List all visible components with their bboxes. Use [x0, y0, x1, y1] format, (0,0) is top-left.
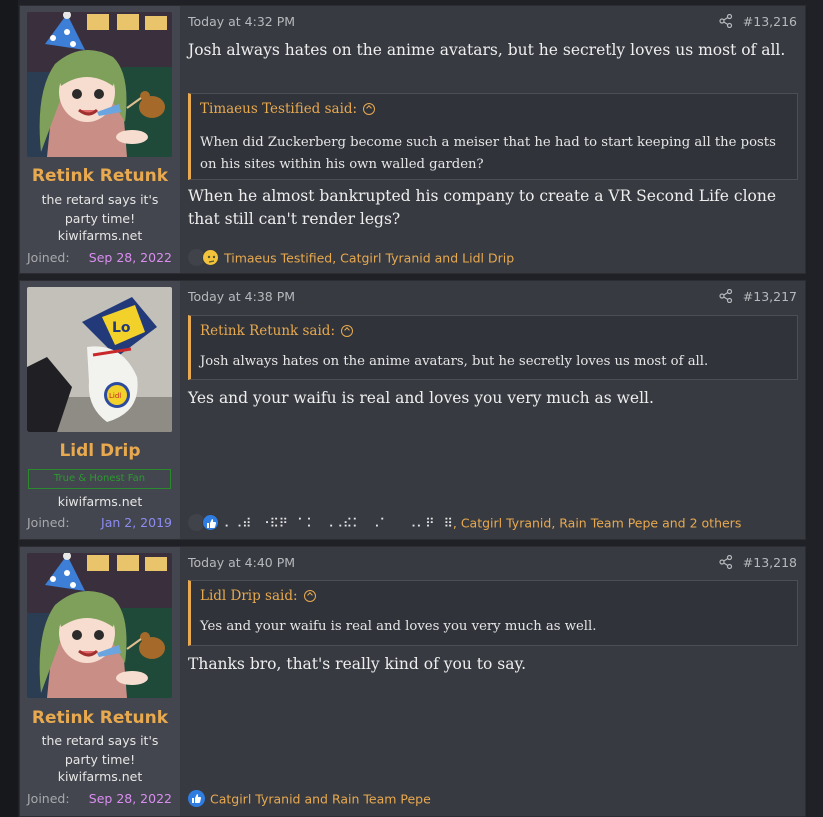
- quote-author[interactable]: Retink Retunk said:: [200, 323, 353, 339]
- message-body: When he almost bankrupted his company to…: [188, 187, 777, 228]
- user-site: kiwifarms.net: [57, 769, 143, 784]
- user-site: kiwifarms.net: [57, 494, 143, 509]
- quote-author-text[interactable]: Timaeus Testified said:: [200, 101, 357, 117]
- joined-date: Sep 28, 2022: [88, 250, 172, 265]
- message-body: Thanks bro, that's really kind of you to…: [188, 655, 527, 673]
- reactions-braille-name[interactable]: ⠄⠠⠾⠀⠐⠯⠟⠀⠁⠅⠀⠠⠠⠮⠅⠀⠠⠁⠀⠀⠠⠄⠟⠀⠿: [224, 516, 453, 531]
- joined-label: Joined:: [27, 791, 70, 806]
- post-number[interactable]: #13,216: [743, 14, 797, 29]
- share-icon[interactable]: [719, 289, 733, 303]
- user-title: the retard says it's party time!: [41, 733, 159, 767]
- avatar[interactable]: Lo Lidl: [27, 287, 172, 432]
- quote-author-text[interactable]: Retink Retunk said:: [200, 323, 335, 339]
- post-date[interactable]: Today at 4:32 PM: [188, 14, 295, 29]
- reactions-bar[interactable]: Catgirl Tyranid and Rain Team Pepe: [188, 790, 431, 808]
- share-icon[interactable]: [719, 14, 733, 28]
- user-banner: True & Honest Fan: [28, 469, 171, 489]
- user-title: the retard says it's party time!: [41, 192, 159, 226]
- joined-date: Sep 28, 2022: [88, 791, 172, 806]
- svg-text:Lo: Lo: [112, 320, 131, 336]
- user-info: Lo Lidl Lidl Drip True & Honest Fan kiwi…: [20, 281, 180, 539]
- share-icon[interactable]: [719, 555, 733, 569]
- quote-block: Retink Retunk said: Josh always hates on…: [188, 315, 798, 380]
- username[interactable]: Retink Retunk: [20, 166, 180, 186]
- message-intro: Josh always hates on the anime avatars, …: [188, 41, 786, 59]
- thumbs-up-icon: [202, 514, 219, 531]
- quote-text: Josh always hates on the anime avatars, …: [200, 354, 709, 369]
- reactions-users[interactable]: Timaeus Testified, Catgirl Tyranid and L…: [224, 251, 514, 266]
- post-13216: Retink Retunk the retard says it's party…: [19, 5, 806, 274]
- joined-date: Jan 2, 2019: [101, 515, 172, 530]
- avatar[interactable]: [27, 553, 172, 698]
- quote-text: When did Zuckerberg become such a meiser…: [200, 135, 776, 172]
- user-info: Retink Retunk the retard says it's party…: [20, 6, 180, 273]
- thumbs-up-icon: [188, 790, 205, 807]
- arrow-up-circle-icon[interactable]: [303, 590, 316, 602]
- post-number[interactable]: #13,218: [743, 555, 797, 570]
- joined-label: Joined:: [27, 515, 70, 530]
- user-site: kiwifarms.net: [57, 228, 143, 243]
- post-13218: Retink Retunk the retard says it's party…: [19, 546, 806, 817]
- arrow-up-circle-icon[interactable]: [363, 103, 376, 115]
- post-number[interactable]: #13,217: [743, 289, 797, 304]
- user-info: Retink Retunk the retard says it's party…: [20, 547, 180, 816]
- message-body: Yes and your waifu is real and loves you…: [188, 389, 654, 407]
- reactions-users[interactable]: , Catgirl Tyranid, Rain Team Pepe and 2 …: [453, 516, 741, 531]
- reactions-bar[interactable]: Timaeus Testified, Catgirl Tyranid and L…: [188, 249, 514, 267]
- quote-author-text[interactable]: Lidl Drip said:: [200, 588, 298, 604]
- quote-author[interactable]: Lidl Drip said:: [200, 588, 316, 604]
- joined-label: Joined:: [27, 250, 70, 265]
- post-date[interactable]: Today at 4:40 PM: [188, 555, 295, 570]
- quote-text: Yes and your waifu is real and loves you…: [200, 619, 597, 634]
- username[interactable]: Retink Retunk: [20, 708, 180, 728]
- quote-block: Lidl Drip said: Yes and your waifu is re…: [188, 580, 798, 646]
- svg-text:Lidl: Lidl: [109, 392, 121, 400]
- arrow-up-circle-icon[interactable]: [341, 325, 353, 337]
- avatar[interactable]: [27, 12, 172, 157]
- post-13217: Lo Lidl Lidl Drip True & Honest Fan kiwi…: [19, 280, 806, 540]
- quote-block: Timaeus Testified said: When did Zuckerb…: [188, 93, 798, 180]
- thinking-face-icon: [202, 249, 219, 266]
- post-date[interactable]: Today at 4:38 PM: [188, 289, 295, 304]
- username[interactable]: Lidl Drip: [20, 441, 180, 461]
- reactions-bar[interactable]: ⠄⠠⠾⠀⠐⠯⠟⠀⠁⠅⠀⠠⠠⠮⠅⠀⠠⠁⠀⠀⠠⠄⠟⠀⠿, Catgirl Tyran…: [188, 514, 741, 532]
- reactions-users[interactable]: Catgirl Tyranid and Rain Team Pepe: [210, 792, 431, 807]
- quote-author[interactable]: Timaeus Testified said:: [200, 101, 376, 117]
- page-edge: [0, 0, 18, 817]
